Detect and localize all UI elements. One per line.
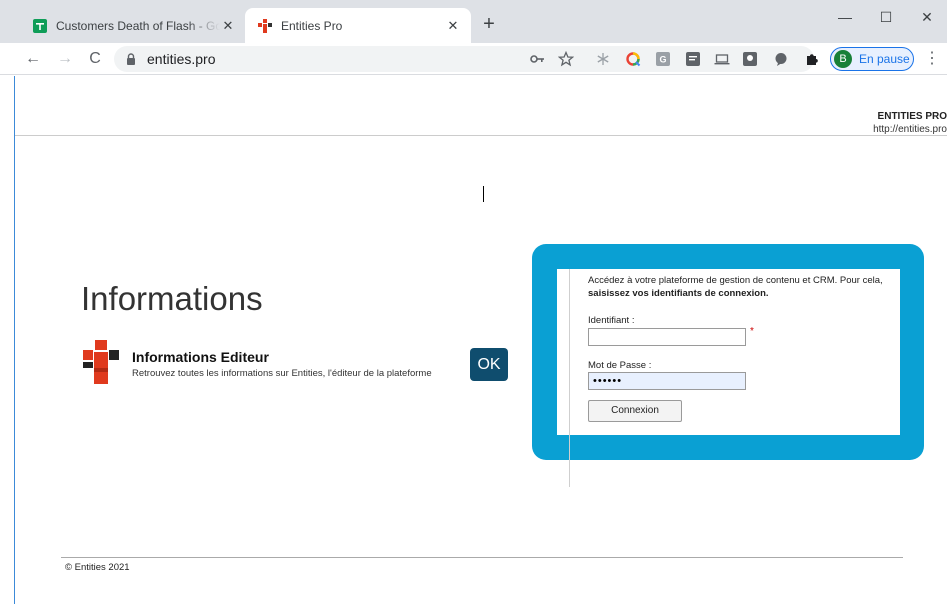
browser-toolbar: ← → C entities.pro G B En pause ⋮ xyxy=(0,43,947,75)
page-content: ENTITIES PRO http://entities.pro Informa… xyxy=(14,76,947,604)
menu-icon[interactable]: ⋮ xyxy=(924,48,940,70)
avatar: B xyxy=(834,50,852,68)
page-title: Informations xyxy=(81,280,263,317)
chrome-q-icon[interactable] xyxy=(624,50,642,68)
reader-icon[interactable] xyxy=(684,50,702,68)
reload-button[interactable]: C xyxy=(84,48,106,70)
tab-title: Customers Death of Flash - Google Sheets xyxy=(56,18,220,33)
address-bar[interactable]: entities.pro xyxy=(114,46,814,72)
text-cursor xyxy=(483,186,484,202)
login-frame: Accédez à votre plateforme de gestion de… xyxy=(532,244,924,487)
login-intro-bold: saisissez vos identifiants de connexion. xyxy=(588,288,769,299)
brand-url[interactable]: http://entities.pro xyxy=(873,124,947,135)
tab-entities-pro[interactable]: Entities Pro ✕ xyxy=(245,8,471,43)
address-url: entities.pro xyxy=(147,51,216,67)
g-icon[interactable]: G xyxy=(654,50,672,68)
lock-icon xyxy=(127,53,135,65)
key-icon[interactable] xyxy=(528,50,546,68)
password-field[interactable]: •••••• xyxy=(588,372,746,390)
close-window-button[interactable]: ✕ xyxy=(912,6,942,28)
footer-divider xyxy=(61,557,903,558)
chat-icon[interactable] xyxy=(772,50,790,68)
forward-button[interactable]: → xyxy=(54,48,76,70)
brand-name: ENTITIES PRO xyxy=(877,111,947,122)
browser-window: Customers Death of Flash - Google Sheets… xyxy=(0,0,947,604)
sheets-icon xyxy=(33,18,47,33)
editor-info-description: Retrouvez toutes les informations sur En… xyxy=(132,368,432,379)
entities-logo-icon xyxy=(83,340,119,384)
profile-button[interactable]: B En pause xyxy=(830,47,914,71)
editor-info-title[interactable]: Informations Editeur xyxy=(132,349,269,365)
login-intro-text: Accédez à votre plateforme de gestion de… xyxy=(588,275,883,286)
login-intro: Accédez à votre plateforme de gestion de… xyxy=(588,274,908,300)
close-tab-icon[interactable]: ✕ xyxy=(220,18,236,34)
login-button[interactable]: Connexion xyxy=(588,400,682,422)
sync-status: En pause xyxy=(859,52,910,66)
laptop-icon[interactable] xyxy=(713,50,731,68)
login-panel: Accédez à votre plateforme de gestion de… xyxy=(557,269,900,487)
required-mark: * xyxy=(750,326,754,337)
username-label: Identifiant : xyxy=(588,315,635,326)
header-divider xyxy=(15,135,947,136)
portrait-icon[interactable] xyxy=(741,50,759,68)
password-label: Mot de Passe : xyxy=(588,360,652,371)
close-tab-icon[interactable]: ✕ xyxy=(445,18,461,34)
svg-text:G: G xyxy=(659,55,666,65)
tab-title: Entities Pro xyxy=(281,18,343,33)
copyright-text: © Entities 2021 xyxy=(65,562,130,573)
ok-button[interactable]: OK xyxy=(470,348,508,381)
tab-google-sheets[interactable]: Customers Death of Flash - Google Sheets… xyxy=(20,8,246,43)
maximize-button[interactable]: ☐ xyxy=(871,6,901,28)
username-field[interactable] xyxy=(588,328,746,346)
new-tab-button[interactable]: + xyxy=(478,13,500,35)
tab-strip: Customers Death of Flash - Google Sheets… xyxy=(0,0,947,43)
minimize-button[interactable]: — xyxy=(830,6,860,28)
star-icon[interactable] xyxy=(557,50,575,68)
snowflake-icon[interactable] xyxy=(594,50,612,68)
puzzle-icon[interactable] xyxy=(803,50,821,68)
panel-divider xyxy=(569,269,570,487)
entities-favicon xyxy=(258,18,272,33)
back-button[interactable]: ← xyxy=(22,48,44,70)
